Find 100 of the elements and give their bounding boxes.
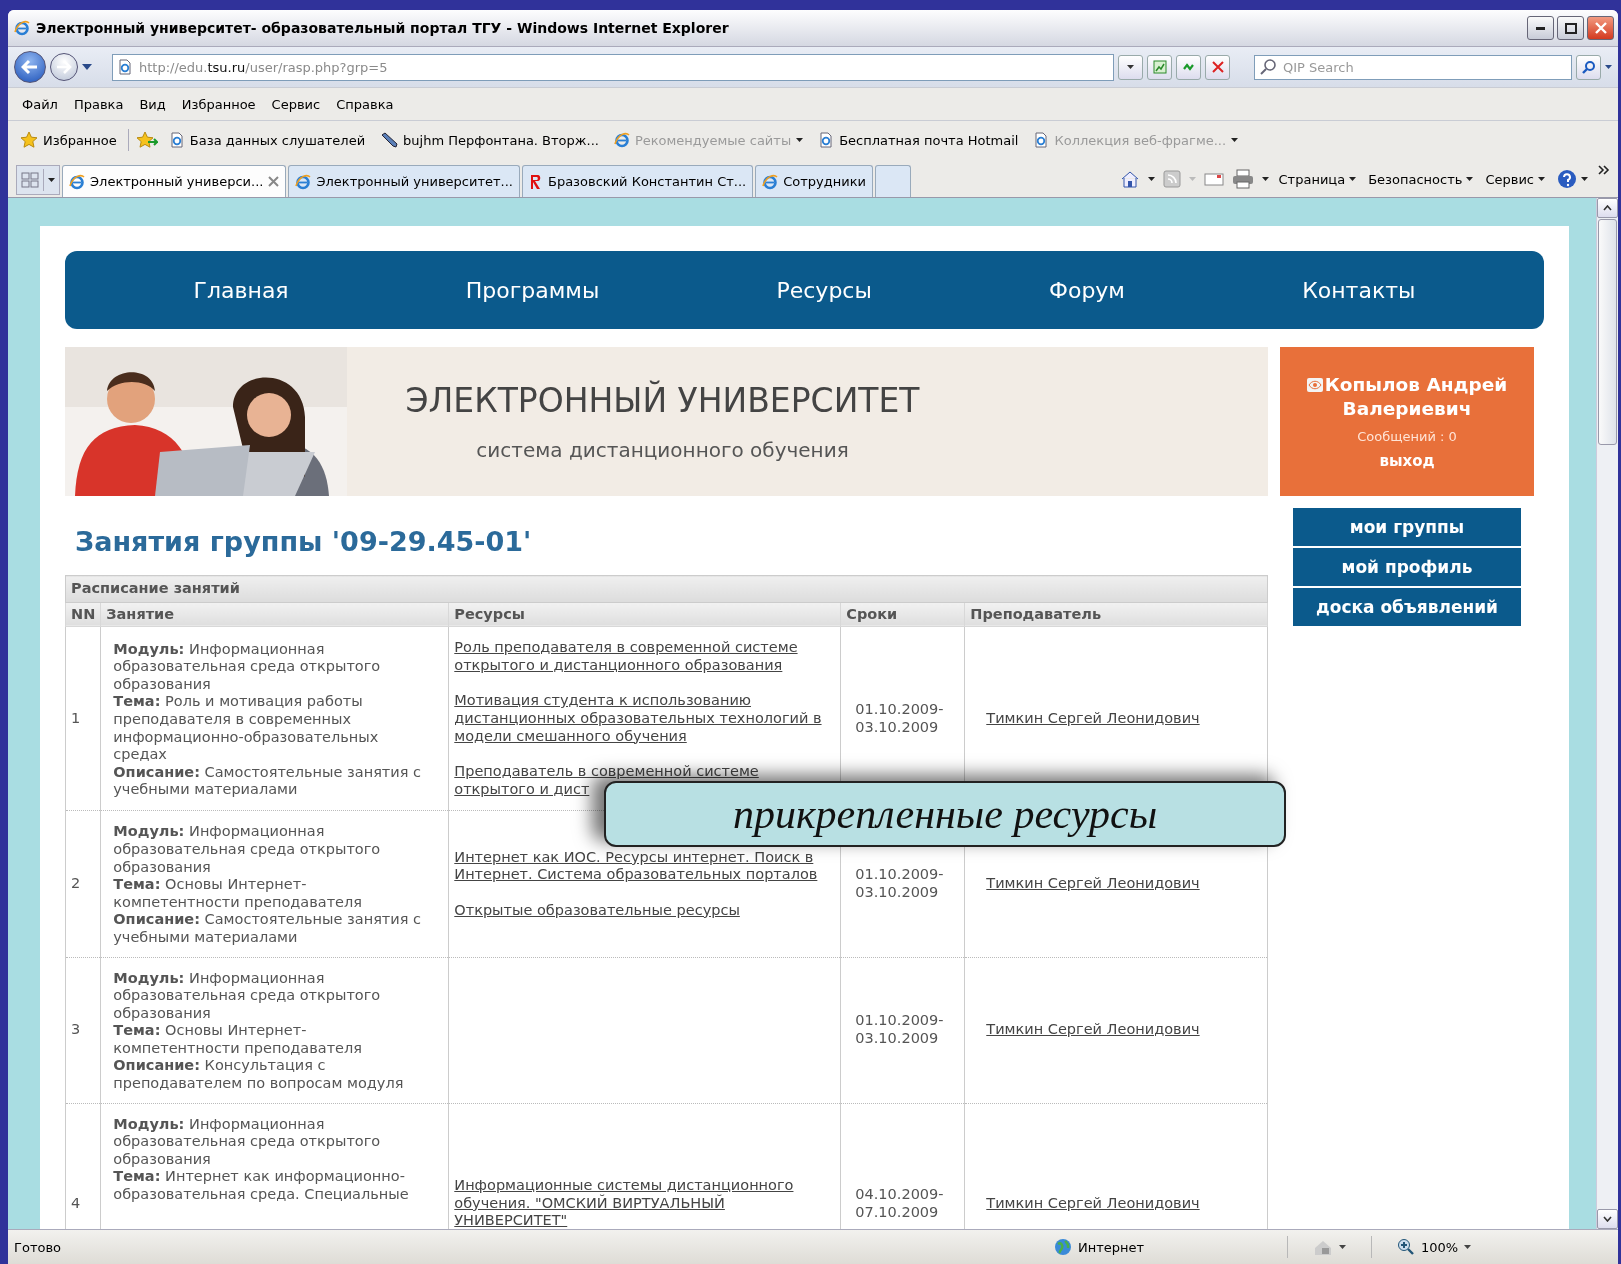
table-caption: Расписание занятий [65,575,1268,603]
mail-icon[interactable] [1203,171,1224,187]
menu-item[interactable]: Вид [131,94,174,114]
page-heading: Занятия группы '09-29.45-01' [75,526,533,557]
command-menu[interactable]: Безопасность [1366,169,1476,189]
minimize-icon [1536,26,1545,30]
nav-link[interactable]: Главная [193,277,289,303]
ie-icon [14,20,30,36]
dropdown-button[interactable] [1118,54,1143,80]
lesson-detail: Модуль: Информационная образовательная среда открытого образования [113,640,382,694]
teacher-link[interactable]: Тимкин Сергей Леонидович [986,709,1200,728]
chevron-down-icon [1603,1216,1612,1222]
lesson-detail: Модуль: Информационная образовательная среда открытого образования [113,1115,382,1169]
site-title: ЭЛЕКТРОННЫЙ УНИВЕРСИТЕТ [405,381,920,420]
help-icon [1557,169,1577,189]
help-button[interactable] [1555,167,1590,191]
lesson-detail: Описание: Самостоятельные занятия с учебными материалами [113,911,423,947]
caret-icon [1349,177,1357,181]
zoom-icon [1397,1238,1415,1256]
stop-button[interactable] [1205,54,1230,80]
side-link[interactable]: доска объявлений [1293,588,1521,626]
page-icon [117,59,133,75]
arrow-left-icon [21,59,39,75]
caret-icon [1538,177,1545,181]
scroll-up-button[interactable] [1597,198,1618,218]
close-icon[interactable] [268,176,280,187]
ie-icon [69,173,85,190]
lesson-detail: Тема: Роль и мотивация работы преподавателя в современных информационно-образовательных средах [113,693,380,764]
menu-item[interactable]: Сервис [263,94,329,114]
side-link[interactable]: мой профиль [1293,548,1521,586]
command-menu[interactable]: Сервис [1483,169,1547,189]
column-header: Занятие [100,602,449,627]
menu-item[interactable]: Правка [65,94,132,114]
resource-link[interactable]: Роль преподавателя в современной системе открытого и дистанционного образования [454,639,836,675]
command-menu[interactable]: Страница [1276,169,1359,189]
home-icon[interactable] [1119,169,1140,189]
caret-icon [1466,177,1474,181]
browser-tab[interactable]: Бразовский Константин Ст... [521,165,754,197]
compatibility-button[interactable] [1147,54,1172,80]
close-button[interactable] [1587,16,1614,40]
favorites-button[interactable]: Избранное [16,129,121,151]
lesson-detail: Тема: Основы Интернет-компетентности преподавателя [113,1022,363,1058]
stop-icon [1211,61,1224,73]
caret-icon [1188,177,1196,181]
favorite-link[interactable]: База данных слушателей [164,130,370,150]
browser-tab[interactable]: Электронный университет... [288,165,520,197]
zoom-button[interactable]: 100% [1387,1238,1482,1256]
search-icon [1259,57,1277,76]
search-field[interactable]: QIP Search [1254,54,1572,80]
browser-tab[interactable]: Сотрудники [755,165,874,197]
favorite-link[interactable]: bujhm Перфонтана. Вторж... [376,130,603,150]
resource-link[interactable]: Открытые образовательные ресурсы [454,901,740,920]
menu-item[interactable]: Справка [328,94,402,114]
menu-item[interactable]: Файл [14,94,66,114]
address-field[interactable]: http://edu.tsu.ru/user/rasp.php?grp=5 [112,53,1114,81]
caret-icon [1464,1245,1472,1249]
user-name: Копылов Андрей Валериевич [1280,373,1534,421]
caret-icon [1147,177,1155,181]
teacher-link[interactable]: Тимкин Сергей Леонидович [986,1021,1200,1039]
arrow-right-icon [56,60,72,74]
browser-tab[interactable]: Электронный универси... [62,165,287,197]
ie-icon [295,173,312,190]
scrollbar-thumb[interactable] [1598,219,1617,445]
message-count: Сообщений : 0 [1357,429,1457,444]
forward-button[interactable] [50,53,78,81]
search-button[interactable] [1576,54,1601,80]
resource-link[interactable]: Интернет как ИОС. Ресурсы интернет. Поиск в Интернет. Система образовательных порталов [454,848,836,884]
pencil-icon [380,132,399,148]
page-icon [818,132,835,148]
chart-page-icon [1151,59,1168,75]
caret-icon [1581,177,1588,181]
table-cell: 01.10.2009-03.10.2009 [840,957,965,1104]
globe-icon [1054,1238,1072,1256]
menu-item[interactable]: Избранное [173,94,264,114]
refresh-button[interactable] [1176,54,1201,80]
table-cell: 1 [65,626,101,811]
nav-link[interactable]: Контакты [1302,277,1416,303]
nav-link[interactable]: Ресурсы [776,277,872,303]
lesson-detail: Описание: Консультация с преподавателем по вопросам модуля [113,1057,405,1093]
lesson-detail: Модуль: Информационная образовательная среда открытого образования [113,823,382,877]
chevron-icon[interactable] [1598,165,1610,175]
minimize-button[interactable] [1527,16,1554,40]
teacher-link[interactable]: Тимкин Сергей Леонидович [986,1194,1200,1213]
security-zone: Интернет [1054,1238,1272,1256]
dropdown-icon[interactable] [82,64,92,70]
back-button[interactable] [14,51,46,83]
scroll-down-button[interactable] [1597,1209,1618,1229]
print-icon[interactable] [1231,169,1254,189]
add-favorite-icon[interactable] [135,131,158,149]
side-link[interactable]: мои группы [1293,508,1521,546]
teacher-link[interactable]: Тимкин Сергей Леонидович [986,875,1200,893]
close-icon [1594,22,1607,34]
nav-link[interactable]: Форум [1049,277,1125,303]
caret-icon [1339,1245,1346,1249]
nav-link[interactable]: Программы [465,277,600,303]
window-title: Электронный университет- образовательный портал ТГУ - Windows Internet Explorer [36,20,730,36]
resource-link[interactable]: Мотивация студента к использованию дистанционных образовательных технологий в модели смешанного обучения [454,692,836,746]
maximize-button[interactable] [1557,16,1584,40]
favorite-link[interactable]: Бесплатная почта Hotmail [814,130,1023,150]
lesson-detail: Модуль: Информационная образовательная среда открытого образования [113,969,382,1023]
